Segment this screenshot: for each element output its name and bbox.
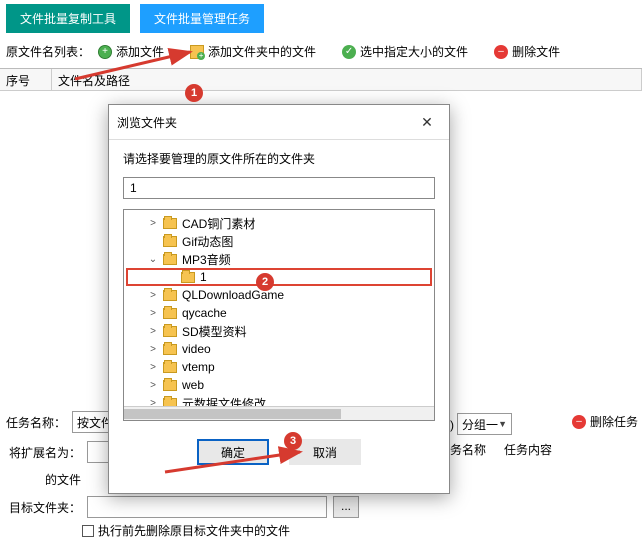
folder-icon [163,326,177,337]
ext-label: 将扩展名为： [6,444,81,461]
plus-icon [98,45,112,59]
callout-badge-1: 1 [185,84,203,102]
source-list-label: 原文件名列表： [6,43,90,60]
tree-item[interactable]: > qycache [126,304,432,322]
folder-icon [163,218,177,229]
dialog-path-input[interactable] [123,177,435,199]
check-icon [342,45,356,59]
delete-file-button[interactable]: 删除文件 [494,43,560,60]
dialog-hint: 请选择要管理的原文件所在的文件夹 [123,150,435,167]
folder-icon [163,254,177,265]
tree-item-label: qycache [182,306,227,320]
dialog-ok-button[interactable]: 确定 [197,439,269,465]
select-by-size-label: 选中指定大小的文件 [360,43,468,60]
tree-item[interactable]: Gif动态图 [126,232,432,250]
add-folder-files-label: 添加文件夹中的文件 [208,43,316,60]
folder-icon [163,308,177,319]
top-btn-manage-task[interactable]: 文件批量管理任务 [140,4,264,33]
callout-badge-2: 2 [256,273,274,291]
target-folder-input[interactable] [87,496,327,518]
minus-icon [572,415,586,429]
tree-item-label: video [182,342,211,356]
expand-icon: > [148,290,158,301]
expand-icon: ⌄ [148,254,158,265]
of-file-label: 的文件 [6,471,81,488]
tree-item[interactable]: > web [126,376,432,394]
tree-item-label: vtemp [182,360,215,374]
tree-hscrollbar[interactable] [124,406,434,420]
expand-icon: > [148,380,158,391]
chevron-down-icon: ▼ [498,419,507,429]
tree-item[interactable]: 1 [126,268,432,286]
tree-item[interactable]: ⌄ MP3音频 [126,250,432,268]
tree-item[interactable]: > vtemp [126,358,432,376]
minus-icon [494,45,508,59]
group-select[interactable]: 分组一 ▼ [457,413,512,435]
expand-icon: > [148,218,158,229]
delete-task-label: 删除任务 [590,413,638,430]
add-folder-files-button[interactable]: 添加文件夹中的文件 [190,43,316,60]
dialog-title: 浏览文件夹 [117,114,177,131]
tree-item[interactable]: > video [126,340,432,358]
tree-item-label: Gif动态图 [182,233,233,250]
tree-hscroll-thumb[interactable] [124,409,341,419]
folder-icon [163,290,177,301]
top-btn-copy-tool[interactable]: 文件批量复制工具 [6,4,130,33]
task-content-col-label: 任务内容 [504,441,552,458]
callout-badge-3: 3 [284,432,302,450]
delete-file-label: 删除文件 [512,43,560,60]
folder-add-icon [190,45,204,59]
folder-icon [181,272,195,283]
col-header-index: 序号 [0,69,52,90]
folder-icon [163,344,177,355]
tree-item-label: SD模型资料 [182,323,247,340]
tree-item[interactable]: > CAD铜门素材 [126,214,432,232]
folder-icon [163,380,177,391]
tree-item-label: CAD铜门素材 [182,215,255,232]
expand-icon: > [148,308,158,319]
tree-item[interactable]: > SD模型资料 [126,322,432,340]
dialog-close-button[interactable]: ✕ [413,111,441,133]
col-header-path: 文件名及路径 [52,69,642,90]
tree-item-label: MP3音频 [182,251,231,268]
expand-icon: > [148,362,158,373]
delete-before-exec-checkbox[interactable] [82,525,94,537]
add-file-label: 添加文件 [116,43,164,60]
expand-icon: > [148,326,158,337]
add-file-button[interactable]: 添加文件 [98,43,164,60]
folder-icon [163,362,177,373]
tree-item-label: web [182,378,204,392]
target-folder-label: 目标文件夹： [6,499,81,516]
browse-folder-dialog: 浏览文件夹 ✕ 请选择要管理的原文件所在的文件夹 >CAD铜门素材Gif动态图⌄… [108,104,450,494]
select-by-size-button[interactable]: 选中指定大小的文件 [342,43,468,60]
folder-tree[interactable]: >CAD铜门素材Gif动态图⌄MP3音频1>QLDownloadGame>qyc… [123,209,435,421]
tree-item[interactable]: >QLDownloadGame [126,286,432,304]
expand-icon: > [148,344,158,355]
folder-icon [163,236,177,247]
task-name-label: 任务名称： [6,414,66,431]
group-value: 分组一 [462,416,498,433]
tree-item-label: 1 [200,270,207,284]
browse-target-button[interactable] [333,496,359,518]
delete-task-button[interactable]: 删除任务 [572,413,638,430]
delete-before-exec-label: 执行前先删除原目标文件夹中的文件 [98,522,290,539]
